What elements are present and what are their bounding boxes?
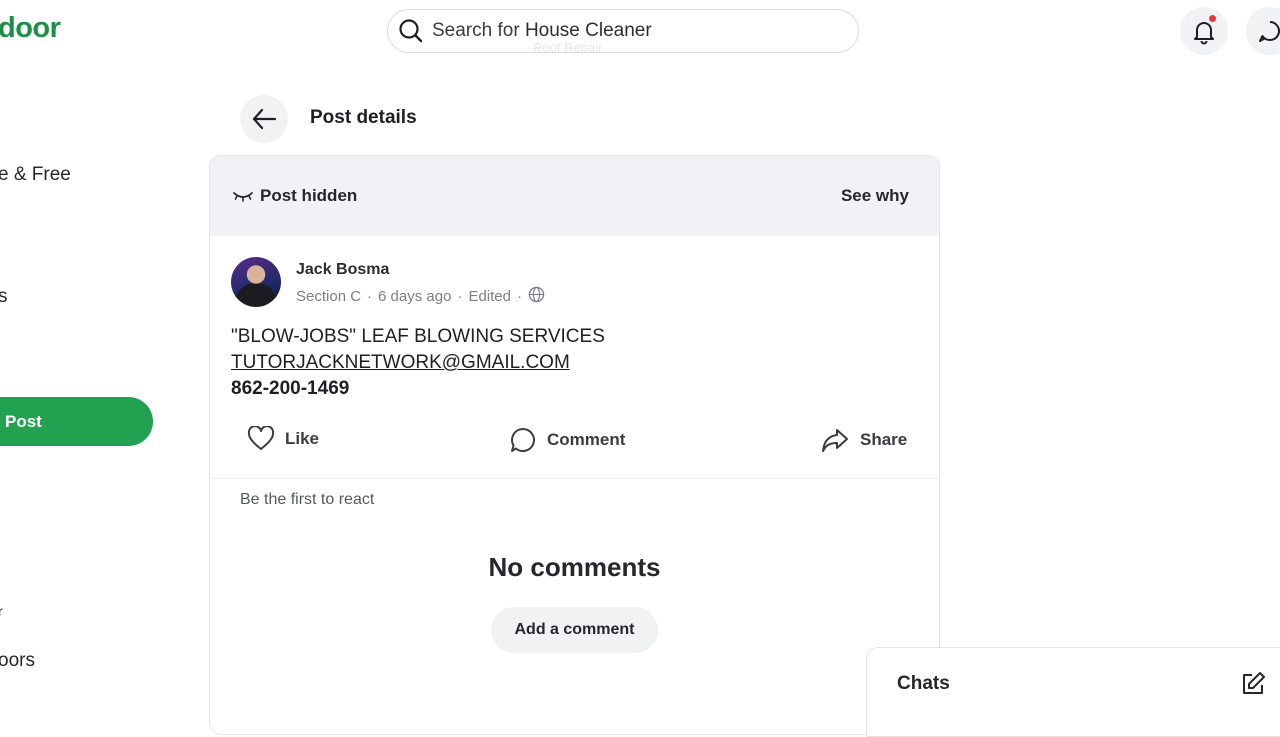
globe-icon bbox=[528, 286, 545, 307]
sidebar-item-more[interactable]: r bbox=[0, 603, 3, 619]
meta-separator: · bbox=[457, 288, 463, 305]
meta-separator: · bbox=[367, 288, 373, 305]
search-term: House Cleaner bbox=[524, 20, 652, 41]
chats-title: Chats bbox=[897, 673, 950, 694]
avatar[interactable] bbox=[231, 257, 281, 307]
search-prefix: Search for bbox=[432, 20, 520, 41]
post-section[interactable]: Section C bbox=[296, 288, 361, 305]
sidebar-item-groups[interactable]: s bbox=[0, 286, 8, 308]
notifications-button[interactable] bbox=[1180, 7, 1228, 55]
add-comment-button[interactable]: Add a comment bbox=[491, 607, 658, 653]
share-button[interactable]: Share bbox=[820, 426, 907, 454]
post-meta: Section C · 6 days ago · Edited · bbox=[296, 286, 545, 307]
like-button[interactable]: Like bbox=[247, 426, 319, 452]
share-label: Share bbox=[860, 430, 908, 449]
search-bar[interactable]: Search for House Cleaner Roof Repair bbox=[387, 9, 859, 55]
post-phone: 862-200-1469 bbox=[231, 378, 350, 399]
search-ghost-term: Roof Repair bbox=[533, 40, 603, 55]
no-comments-heading: No comments bbox=[488, 552, 661, 582]
author-name[interactable]: Jack Bosma bbox=[296, 261, 389, 279]
see-why-link[interactable]: See why bbox=[841, 186, 909, 206]
page-title: Post details bbox=[310, 107, 417, 128]
nextdoor-logo[interactable]: door bbox=[0, 12, 61, 45]
comment-label: Comment bbox=[547, 430, 626, 449]
divider bbox=[210, 478, 939, 479]
comment-button[interactable]: Comment bbox=[509, 426, 625, 454]
meta-separator: · bbox=[516, 288, 522, 305]
post-hidden-banner: Post hidden See why bbox=[210, 156, 939, 236]
post-headline: "BLOW-JOBS" LEAF BLOWING SERVICES bbox=[231, 326, 605, 347]
post-hidden-label: Post hidden bbox=[260, 186, 358, 205]
share-arrow-icon bbox=[822, 429, 848, 452]
chat-bubble-icon bbox=[1259, 21, 1280, 42]
heart-icon bbox=[247, 426, 275, 450]
post-card: Post hidden See why Jack Bosma Section C… bbox=[209, 155, 940, 735]
post-button[interactable]: Post bbox=[0, 397, 153, 446]
post-edited: Edited bbox=[468, 288, 511, 305]
like-label: Like bbox=[285, 429, 320, 448]
comment-icon bbox=[511, 428, 535, 452]
search-icon bbox=[398, 18, 424, 44]
reaction-summary: Be the first to react bbox=[240, 491, 375, 508]
post-time: 6 days ago bbox=[378, 288, 452, 305]
compose-icon[interactable] bbox=[1239, 670, 1267, 703]
arrow-left-icon bbox=[252, 108, 277, 130]
messages-button[interactable] bbox=[1246, 7, 1280, 55]
post-email-link[interactable]: TUTORJACKNETWORK@GMAIL.COM bbox=[231, 352, 570, 374]
back-button[interactable] bbox=[240, 95, 288, 143]
search-placeholder: Search for House Cleaner bbox=[432, 20, 652, 42]
chats-panel[interactable]: Chats bbox=[866, 647, 1280, 737]
sidebar-item-for-sale[interactable]: e & Free bbox=[0, 164, 71, 186]
eye-closed-icon bbox=[232, 187, 254, 208]
sidebar-item-neighbors[interactable]: oors bbox=[0, 650, 35, 672]
notification-dot bbox=[1209, 15, 1216, 22]
